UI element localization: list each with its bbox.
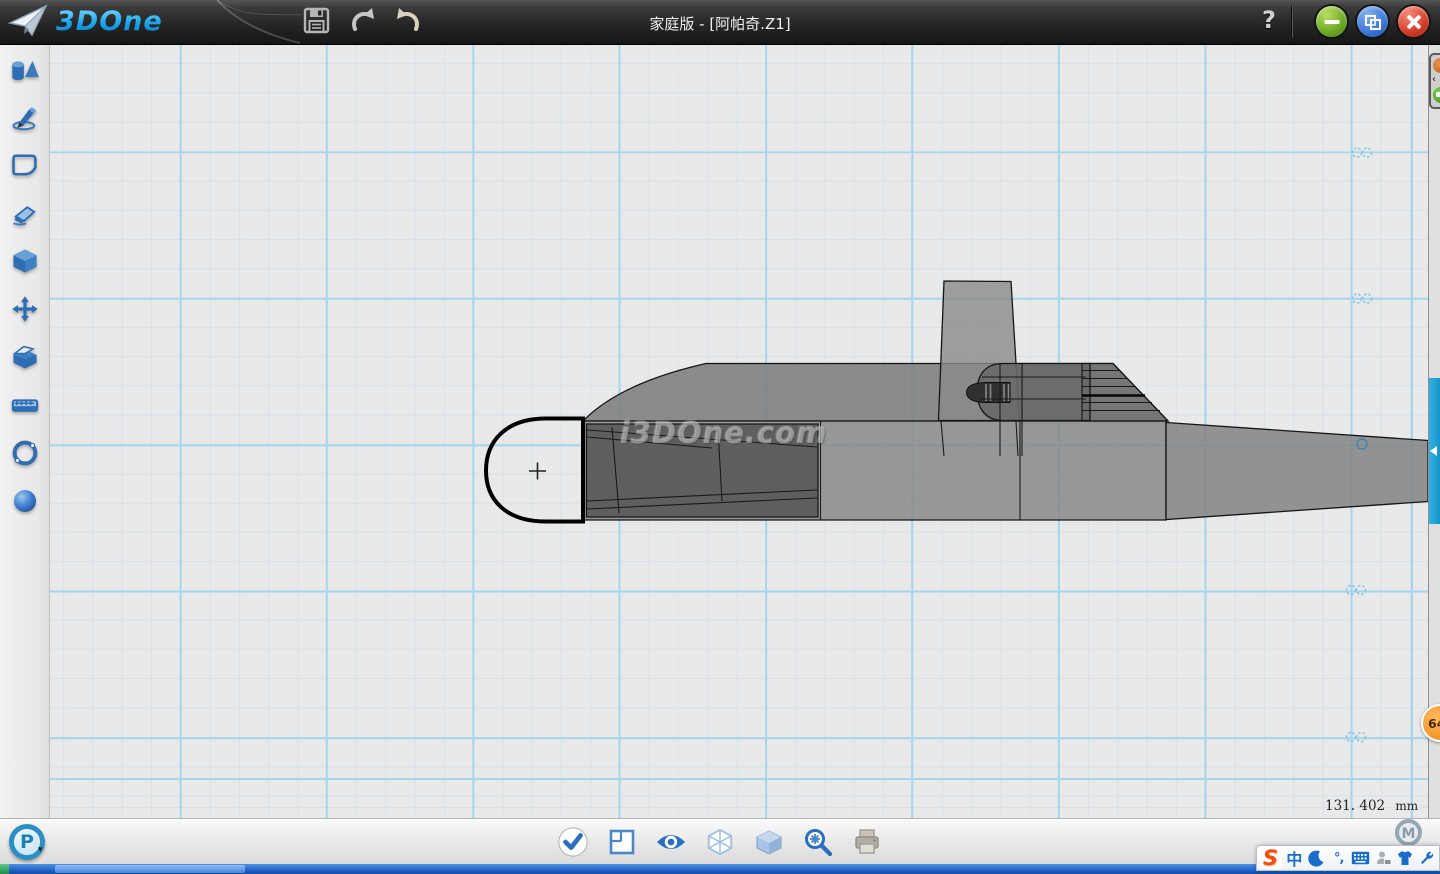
bottom-toolbar: P ▾ xyxy=(0,818,1440,864)
ime-punct-toggle[interactable]: °, xyxy=(1329,847,1348,869)
tool-sidebar xyxy=(0,45,50,818)
sidebar-item-sketch[interactable] xyxy=(0,93,50,141)
badge-count: 64 xyxy=(1428,716,1440,731)
titlebar-separator xyxy=(1292,6,1293,38)
primitives-icon xyxy=(10,55,40,83)
mode-m-button[interactable]: M xyxy=(1395,819,1422,846)
sidebar-item-transform-move[interactable] xyxy=(0,285,50,333)
check-circle-icon xyxy=(557,825,589,859)
printer-icon xyxy=(852,827,882,857)
scale-value: 131. 402 xyxy=(1325,798,1385,814)
collapsed-panel-tab[interactable]: ‹ xyxy=(1429,53,1440,109)
ime-bar: S 中 °, xyxy=(1256,845,1440,871)
scale-indicator: 131. 402 mm xyxy=(1325,798,1418,814)
viewport-layout-button[interactable] xyxy=(606,826,638,858)
sidebar-item-feature-solid[interactable] xyxy=(0,237,50,285)
visibility-button[interactable] xyxy=(655,826,687,858)
wireframe-display-button[interactable] xyxy=(704,826,736,858)
sidebar-item-measure[interactable] xyxy=(0,381,50,429)
move-arrows-icon xyxy=(10,295,40,323)
panel-slide-handle[interactable] xyxy=(1429,378,1440,524)
skin-shirt-icon[interactable] xyxy=(1396,847,1415,869)
eye-icon xyxy=(655,830,687,854)
layout-icon xyxy=(607,827,637,857)
sidebar-item-special-shapes[interactable] xyxy=(0,189,50,237)
sidebar-item-primitive-solids[interactable] xyxy=(0,45,50,93)
sketch-pencil-icon xyxy=(10,103,40,131)
edge-green-segment xyxy=(0,864,9,874)
sphere-icon xyxy=(10,487,40,515)
right-panel-rail: ‹ xyxy=(1428,45,1440,818)
magnifier-gear-icon xyxy=(802,826,834,858)
measure-ruler-icon xyxy=(10,391,40,419)
edge-highlight-segment xyxy=(55,865,245,873)
edit-sketch-icon xyxy=(10,151,40,179)
confirm-button[interactable] xyxy=(557,826,589,858)
cube-icon xyxy=(10,247,40,275)
print-button[interactable] xyxy=(851,826,883,858)
wireframe-cube-icon xyxy=(705,827,735,857)
app-name: 3DOne xyxy=(56,6,163,37)
chevron-left-icon: ‹ xyxy=(1432,75,1436,85)
user-dict-icon[interactable] xyxy=(1374,847,1393,869)
mode-m-label: M xyxy=(1402,826,1416,842)
paper-plane-icon xyxy=(8,3,50,39)
zoom-options-button[interactable] xyxy=(802,826,834,858)
orbit-ring-icon xyxy=(10,439,40,467)
redo-icon[interactable] xyxy=(394,5,424,35)
minimize-button[interactable] xyxy=(1316,6,1347,37)
watermark: i3DOne.com xyxy=(620,416,828,450)
undo-icon[interactable] xyxy=(347,5,377,35)
restore-button[interactable] xyxy=(1357,6,1388,37)
shaded-cube-icon xyxy=(754,828,784,856)
sogou-logo[interactable]: S xyxy=(1259,847,1282,869)
profile-p-label: P xyxy=(20,831,34,853)
panel-tab-green-icon xyxy=(1433,87,1440,103)
sidebar-item-edit-sketch[interactable] xyxy=(0,141,50,189)
close-button[interactable] xyxy=(1398,6,1429,37)
sidebar-item-view-orbit[interactable] xyxy=(0,429,50,477)
panel-tab-orange-icon xyxy=(1433,58,1440,73)
shaded-display-button[interactable] xyxy=(753,826,785,858)
save-icon[interactable] xyxy=(303,5,330,35)
moon-icon[interactable] xyxy=(1307,847,1326,869)
profile-dropdown-arrow[interactable]: ▾ xyxy=(38,845,43,855)
app-logo: 3DOne xyxy=(8,3,163,39)
title-bar: 3DOne 家庭版 - [阿帕奇.Z1] ? xyxy=(0,0,1440,45)
scale-unit: mm xyxy=(1395,799,1418,813)
sidebar-item-material-render[interactable] xyxy=(0,477,50,525)
sidebar-item-combine-shell[interactable] xyxy=(0,333,50,381)
special-shapes-icon xyxy=(10,199,40,227)
toolbox-wrench-icon[interactable] xyxy=(1418,847,1437,869)
keyboard-icon[interactable] xyxy=(1351,847,1370,869)
ime-lang-toggle[interactable]: 中 xyxy=(1285,847,1304,869)
window-title: 家庭版 - [阿帕奇.Z1] xyxy=(649,13,790,34)
window-bottom-edge xyxy=(0,864,1440,874)
help-button[interactable]: ? xyxy=(1256,6,1282,34)
open-box-icon xyxy=(10,343,40,371)
